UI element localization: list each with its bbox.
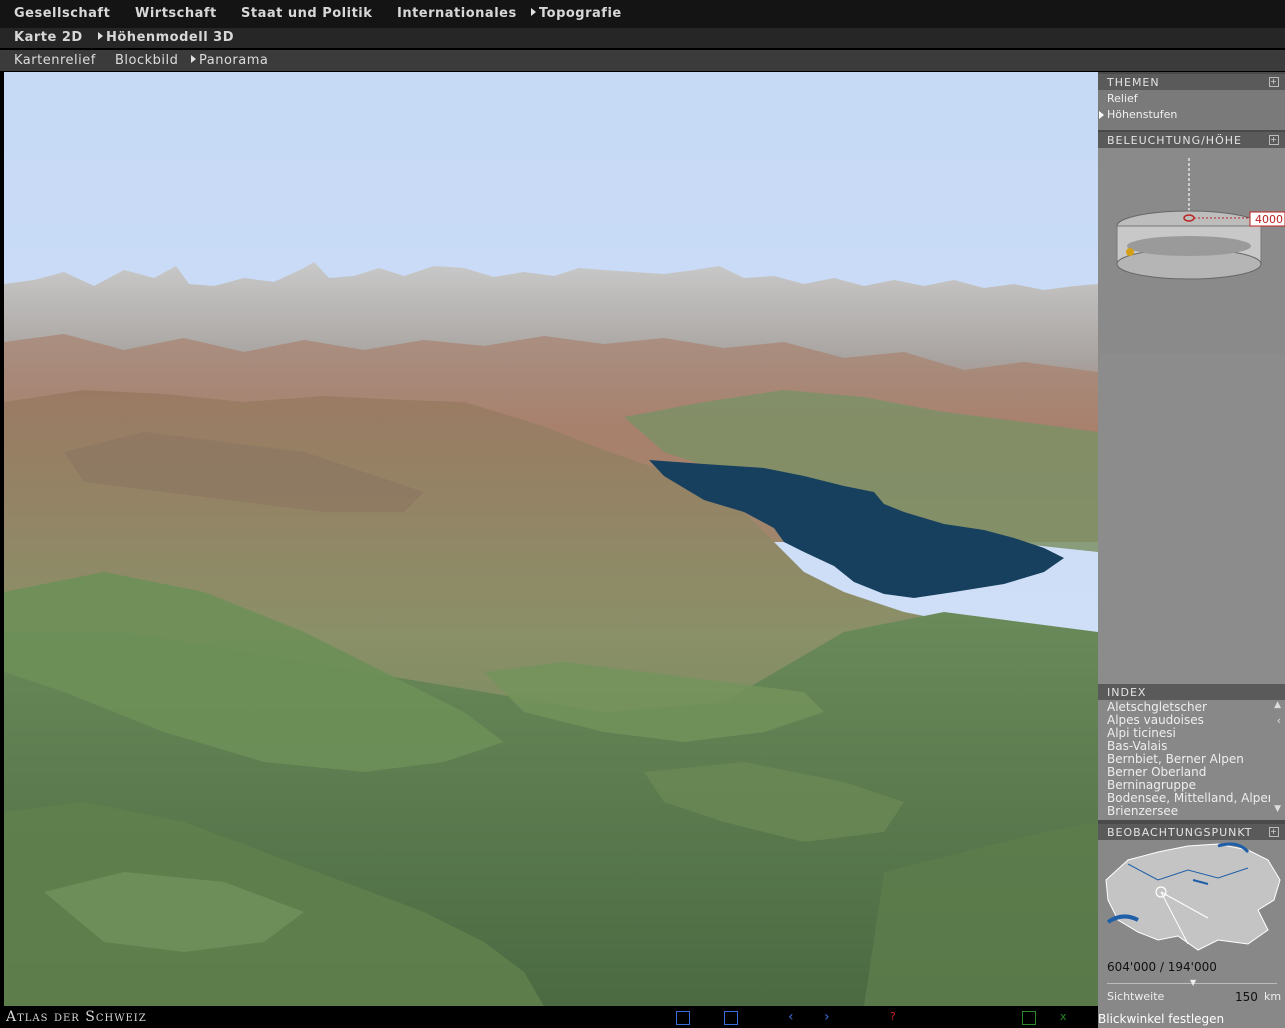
sub-nav: Karte 2D Höhenmodell 3D xyxy=(0,28,1285,48)
info-icon[interactable] xyxy=(1022,1011,1036,1025)
index-item[interactable]: Bas-Valais xyxy=(1107,739,1270,753)
index-list: Aletschgletscher Alpes vaudoises Alpi ti… xyxy=(1098,700,1285,820)
help-icon[interactable]: ? xyxy=(890,1011,902,1023)
index-item[interactable]: Berninagruppe xyxy=(1107,778,1270,792)
view-nav: Kartenrelief Blockbild Panorama xyxy=(0,50,1285,71)
active-arrow-icon xyxy=(531,8,536,16)
beobachtung-header: BEOBACHTUNGSPUNKT + xyxy=(1098,824,1285,840)
slider-handle-icon[interactable]: ▼ xyxy=(1190,978,1196,987)
collapse-icon[interactable]: ‹ xyxy=(1277,714,1281,727)
scroll-up-icon[interactable]: ▲ xyxy=(1274,700,1281,710)
index-item[interactable]: Alpes vaudoises xyxy=(1107,713,1270,727)
index-item[interactable]: Bernbiet, Berner Alpen xyxy=(1107,752,1270,766)
active-arrow-icon xyxy=(98,32,103,40)
themen-body: Relief Höhenstufen xyxy=(1098,90,1285,130)
beleuchtung-title: BELEUCHTUNG/HÖHE xyxy=(1107,134,1242,147)
active-arrow-icon xyxy=(1099,111,1104,119)
index-item[interactable]: Bodensee, Mittelland, Alpen xyxy=(1107,791,1270,805)
expand-icon[interactable]: + xyxy=(1269,135,1279,145)
nav-blockbild[interactable]: Blockbild xyxy=(115,53,178,68)
beobachtung-title: BEOBACHTUNGSPUNKT xyxy=(1107,826,1253,839)
footer-bar: Atlas der Schweiz ‹ › ? x xyxy=(0,1006,1098,1028)
beleuchtung-body: 4000 xyxy=(1098,148,1285,354)
nav-wirtschaft[interactable]: Wirtschaft xyxy=(135,6,217,21)
index-item[interactable]: Alpi ticinesi xyxy=(1107,726,1270,740)
beobachtung-body: 604'000 / 194'000 ▼ Sichtweite 150 km xyxy=(1098,840,1285,1028)
terrain-render xyxy=(4,72,1098,1006)
index-item[interactable]: Aletschgletscher xyxy=(1107,700,1270,714)
forward-icon[interactable]: › xyxy=(824,1010,836,1024)
expand-icon[interactable]: + xyxy=(1269,77,1279,87)
sichtweite-value: 150 xyxy=(1235,990,1258,1004)
lighting-height-widget[interactable]: 4000 xyxy=(1098,148,1285,354)
nav-kartenrelief[interactable]: Kartenrelief xyxy=(14,53,96,68)
panorama-3d-view[interactable] xyxy=(4,72,1098,1006)
nav-topografie-label: Topografie xyxy=(539,6,622,21)
sichtweite-unit: km xyxy=(1264,990,1282,1003)
themen-header: THEMEN + xyxy=(1098,74,1285,90)
main-nav: Gesellschaft Wirtschaft Staat und Politi… xyxy=(0,0,1285,28)
theme-relief[interactable]: Relief xyxy=(1107,92,1138,105)
sidebar-empty xyxy=(1098,354,1285,684)
expand-icon[interactable]: + xyxy=(1269,827,1279,837)
nav-hoehenmodell-3d[interactable]: Höhenmodell 3D xyxy=(98,30,234,45)
back-icon[interactable]: ‹ xyxy=(788,1010,800,1024)
list-icon[interactable] xyxy=(676,1011,690,1025)
sidebar: THEMEN + Relief Höhenstufen BELEUCHTUNG/… xyxy=(1098,72,1285,1028)
nav-gesellschaft[interactable]: Gesellschaft xyxy=(14,6,110,21)
active-arrow-icon xyxy=(191,55,196,63)
coordinates: 604'000 / 194'000 xyxy=(1107,960,1217,974)
theme-hoehenstufen[interactable]: Höhenstufen xyxy=(1107,108,1177,121)
document-icon[interactable] xyxy=(724,1011,738,1025)
height-value: 4000 xyxy=(1255,213,1283,226)
nav-internationales[interactable]: Internationales xyxy=(397,6,517,21)
beleuchtung-header: BELEUCHTUNG/HÖHE + xyxy=(1098,132,1285,148)
nav-hoehenmodell-label: Höhenmodell 3D xyxy=(106,30,235,45)
nav-panorama[interactable]: Panorama xyxy=(191,53,268,68)
scroll-down-icon[interactable]: ▼ xyxy=(1274,804,1281,814)
status-text: Blickwinkel festlegen xyxy=(1098,1012,1225,1026)
index-item[interactable]: Brienzersee xyxy=(1107,804,1270,818)
sichtweite-label: Sichtweite xyxy=(1107,990,1165,1003)
nav-topografie[interactable]: Topografie xyxy=(531,6,622,21)
index-title: INDEX xyxy=(1107,686,1147,699)
themen-title: THEMEN xyxy=(1107,76,1160,89)
nav-karte-2d[interactable]: Karte 2D xyxy=(14,30,83,45)
index-item[interactable]: Berner Oberland xyxy=(1107,765,1270,779)
switzerland-overview-map[interactable] xyxy=(1098,840,1285,958)
close-icon[interactable]: x xyxy=(1060,1011,1072,1023)
index-header: INDEX xyxy=(1098,684,1285,700)
brand-logo: Atlas der Schweiz xyxy=(6,1009,147,1025)
nav-panorama-label: Panorama xyxy=(199,53,269,68)
nav-staat-politik[interactable]: Staat und Politik xyxy=(241,6,372,21)
